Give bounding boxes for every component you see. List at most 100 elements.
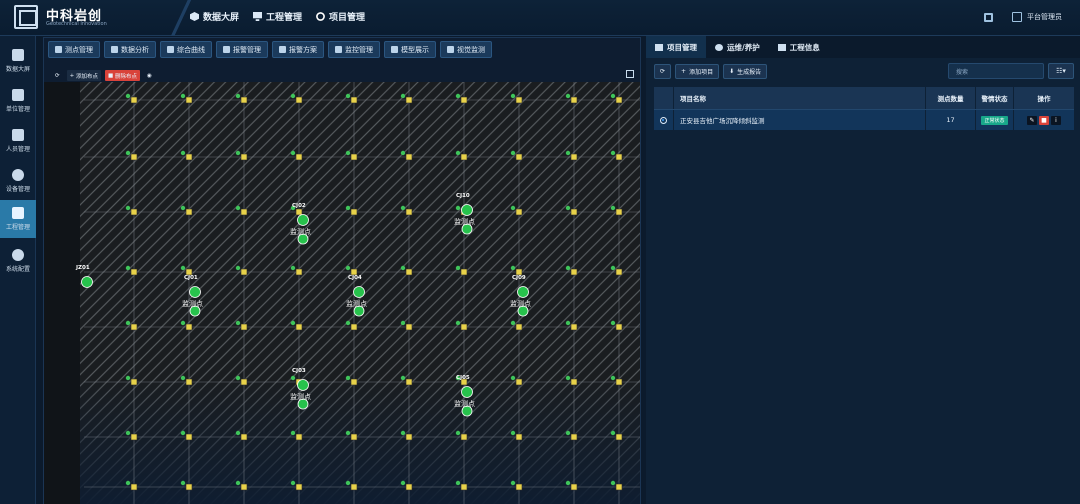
combined-curve-button[interactable]: 综合曲线 (160, 41, 212, 58)
add-project-button[interactable]: + 添加项目 (675, 64, 720, 79)
grid-marker-dot (610, 430, 616, 436)
data-analysis-button[interactable]: 数据分析 (104, 41, 156, 58)
model-icon (391, 46, 398, 53)
sidebar-label: 单位管理 (5, 106, 30, 113)
grid-marker-dot (290, 480, 296, 486)
grid-marker (295, 323, 303, 331)
grid-marker-dot (510, 480, 516, 486)
refresh-button[interactable]: ⟳ (654, 64, 672, 79)
grid-marker (295, 153, 303, 161)
nav-data-screen[interactable]: 数据大屏 (190, 10, 239, 23)
grid-marker (350, 323, 358, 331)
grid-marker-dot (610, 265, 616, 271)
sidebar-item-units[interactable]: 单位管理 (0, 82, 36, 120)
alarm-plan-button[interactable]: 报警方案 (272, 41, 324, 58)
gear-icon (12, 169, 24, 181)
alarm-management-button[interactable]: 报警管理 (216, 41, 268, 58)
nav-engineering[interactable]: 工程管理 (253, 10, 302, 23)
point-sublabel: 监测点 (510, 299, 531, 308)
grid-marker (240, 483, 248, 491)
grid-marker (240, 433, 248, 441)
grid-marker-dot (565, 93, 571, 99)
grid-marker (515, 96, 523, 104)
tab-maintenance[interactable]: 运维/养护 (706, 36, 769, 58)
grid-marker (130, 483, 138, 491)
grid-marker-dot (125, 480, 131, 486)
sidebar-label: 系统配置 (5, 266, 30, 273)
grid-marker-dot (290, 93, 296, 99)
grid-marker (405, 268, 413, 276)
grid-marker-dot (610, 205, 616, 211)
grid-marker (185, 153, 193, 161)
header-name: 项目名称 (674, 87, 926, 109)
grid-marker-dot (235, 480, 241, 486)
sidebar-item-data-screen[interactable]: 数据大屏 (0, 42, 36, 80)
refresh-icon[interactable]: ⟳ (52, 70, 63, 81)
edit-icon[interactable]: ✎ (1027, 115, 1037, 125)
table-row[interactable]: 正安县吉他广场沉降倾斜监测 17 正常状态 ✎ ■ i (654, 109, 1074, 130)
fullscreen-icon[interactable] (984, 13, 993, 22)
row-actions: ✎ ■ i (1027, 115, 1061, 125)
point-overlay: JZ01 CJ01 监测点 CJ02 监测点 CJ03 监测点 CJ04 监测点 CJ05 监测点 C… (75, 82, 640, 504)
columns-toggle-button[interactable]: ☷▾ (1048, 63, 1074, 79)
search-input[interactable]: 搜索 (948, 63, 1044, 79)
grid-marker-dot (345, 430, 351, 436)
sidebar-item-devices[interactable]: 设备管理 (0, 162, 36, 200)
button-label: 数据分析 (121, 45, 149, 54)
add-point-button[interactable]: + 添加布点 (66, 70, 101, 81)
delete-point-button[interactable]: ■ 删除布点 (104, 70, 140, 81)
grid-marker (405, 208, 413, 216)
grid-marker (570, 433, 578, 441)
grid-marker-dot (290, 265, 296, 271)
brand-subtitle: Geotechnical Innovation (46, 21, 107, 27)
measure-point-button[interactable]: 测点管理 (48, 41, 100, 58)
grid-marker (460, 268, 468, 276)
nav-projects[interactable]: 项目管理 (316, 10, 365, 23)
visual-monitor-button[interactable]: 视觉监测 (440, 41, 492, 58)
header-count: 测点数量 (926, 87, 976, 109)
grid-marker (295, 208, 303, 216)
grid-marker-dot (180, 430, 186, 436)
sidebar-item-engineering[interactable]: 工程管理 (0, 200, 36, 238)
grid-marker (350, 96, 358, 104)
model-display-button[interactable]: 模型展示 (384, 41, 436, 58)
grid-marker (615, 433, 623, 441)
grid-marker (240, 323, 248, 331)
cube-icon (12, 49, 24, 61)
expand-icon[interactable] (626, 70, 634, 78)
point-label: JZ01 (75, 265, 90, 271)
monitor-management-button[interactable]: 监控管理 (328, 41, 380, 58)
sidebar-item-system[interactable]: 系统配置 (0, 242, 36, 280)
row-radio[interactable] (660, 116, 667, 124)
grid-marker (405, 433, 413, 441)
generate-report-button[interactable]: ⬇ 生成报告 (723, 64, 768, 79)
status-badge: 正常状态 (981, 115, 1008, 125)
panel-tabs: 项目管理 运维/养护 工程信息 (646, 36, 1080, 58)
grid-marker-dot (565, 320, 571, 326)
grid-marker-dot (235, 205, 241, 211)
grid-marker-dot (235, 375, 241, 381)
grid-marker-dot (125, 320, 131, 326)
grid-marker (185, 323, 193, 331)
grid-marker (515, 323, 523, 331)
tab-project-management[interactable]: 项目管理 (646, 36, 706, 58)
grid-marker-dot (290, 430, 296, 436)
grid-marker (405, 323, 413, 331)
sidebar-item-staff[interactable]: 人员管理 (0, 122, 36, 160)
tab-engineering-info[interactable]: 工程信息 (769, 36, 829, 58)
grid-marker-dot (510, 430, 516, 436)
point-sublabel: 监测点 (454, 399, 475, 408)
grid-marker-dot (610, 320, 616, 326)
grid-marker-dot (345, 320, 351, 326)
cubes-icon (55, 46, 62, 53)
grid-marker (240, 208, 248, 216)
user-menu[interactable]: 平台管理员 (1012, 12, 1062, 22)
grid-marker (295, 268, 303, 276)
delete-icon[interactable]: ■ (1039, 115, 1049, 125)
drawing-canvas[interactable]: JZ01 CJ01 监测点 CJ02 监测点 CJ03 监测点 CJ04 监测点 CJ05 监测点 C… (44, 82, 640, 504)
eye-icon[interactable]: ◉ (144, 70, 155, 81)
nav-label: 数据大屏 (203, 13, 240, 23)
info-icon[interactable]: i (1051, 115, 1061, 125)
point-label: CJ09 (512, 275, 526, 281)
grid-marker-dot (125, 205, 131, 211)
